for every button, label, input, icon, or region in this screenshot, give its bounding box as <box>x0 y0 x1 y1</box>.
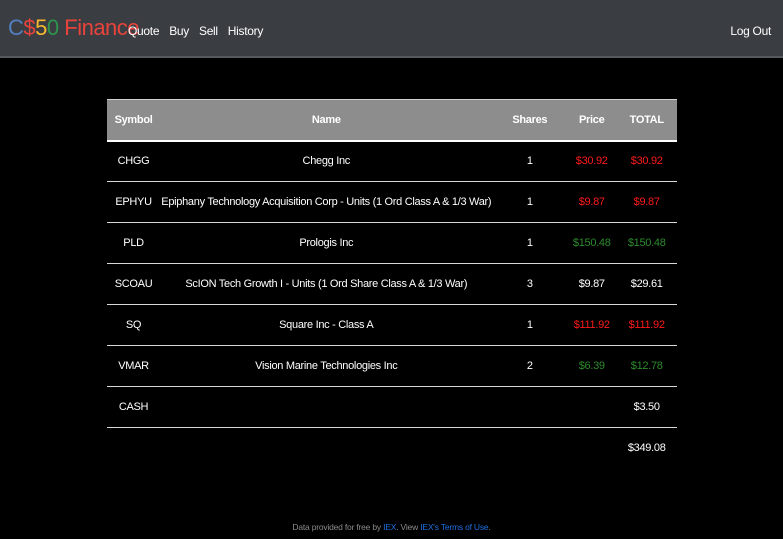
cell-symbol: EPHYU <box>107 181 161 223</box>
cell-symbol: PLD <box>107 222 161 264</box>
cell-name: Prologis Inc <box>160 222 493 264</box>
nav-links: Quote Buy Sell History <box>128 24 263 38</box>
table-row: SCOAU ScION Tech Growth I - Units (1 Ord … <box>107 263 677 305</box>
grand-total-value: $349.08 <box>627 442 666 454</box>
cell-price: $9.87 <box>567 263 617 305</box>
header-symbol: Symbol <box>107 99 161 142</box>
cell-shares: 1 <box>492 304 568 346</box>
cell-symbol: VMAR <box>107 345 161 387</box>
cash-total: $3.50 <box>616 386 677 428</box>
cell-price: $6.39 <box>567 345 617 387</box>
table-row: CHGG Chegg Inc 1 $30.92 $30.92 <box>107 140 677 182</box>
header-total: TOTAL <box>616 99 677 142</box>
cell-price: $30.92 <box>567 140 617 182</box>
brand-letter: C <box>8 15 24 40</box>
cell-symbol: CHGG <box>107 140 161 182</box>
brand-letter: 0 <box>46 15 59 40</box>
cell-total: $9.87 <box>616 181 677 223</box>
brand-letter: Finance <box>58 15 140 40</box>
cell-total: $150.48 <box>616 222 677 264</box>
nav-quote[interactable]: Quote <box>128 24 160 38</box>
cell-symbol: SCOAU <box>107 263 161 305</box>
cash-empty-cell <box>567 386 617 428</box>
cell-price: $111.92 <box>567 304 617 346</box>
header-name: Name <box>160 99 493 142</box>
table-row: EPHYU Epiphany Technology Acquisition Cor… <box>107 181 677 223</box>
table-row: SQ Square Inc - Class A 1 $111.92 $111.92 <box>107 304 677 346</box>
cell-name: ScION Tech Growth I - Units (1 Ord Share… <box>160 263 493 305</box>
cell-shares: 1 <box>492 181 568 223</box>
cell-shares: 1 <box>492 140 568 182</box>
grand-total-row: $349.08 <box>107 428 677 469</box>
brand-letter: 5 <box>35 15 47 40</box>
cash-row: CASH $3.50 <box>107 386 677 428</box>
header-shares: Shares <box>492 99 568 142</box>
cell-symbol: SQ <box>107 304 161 346</box>
cell-name: Vision Marine Technologies Inc <box>160 345 493 387</box>
cell-total: $29.61 <box>616 263 677 305</box>
cell-total: $111.92 <box>616 304 677 346</box>
nav-buy[interactable]: Buy <box>169 24 189 38</box>
cash-empty-cell <box>160 386 493 428</box>
table-row: VMAR Vision Marine Technologies Inc 2 $6.39… <box>107 345 677 387</box>
cash-empty-cell <box>492 386 568 428</box>
brand-letter: $ <box>23 15 36 40</box>
cell-total: $12.78 <box>616 345 677 387</box>
footer-middle: . View <box>396 522 421 532</box>
iex-terms-link[interactable]: IEX's Terms of Use <box>420 522 488 532</box>
brand-logo[interactable]: C$50 Finance <box>8 15 140 41</box>
cell-price: $9.87 <box>567 181 617 223</box>
footer-prefix: Data provided for free by <box>292 522 384 532</box>
cell-total: $30.92 <box>616 140 677 182</box>
nav-sell[interactable]: Sell <box>199 24 218 38</box>
iex-link[interactable]: IEX <box>383 522 396 532</box>
cell-shares: 1 <box>492 222 568 264</box>
cell-name: Chegg Inc <box>160 140 493 182</box>
portfolio-table: Symbol Name Shares Price TOTAL CHGG Chegg… <box>107 99 677 468</box>
footer: Data provided for free by IEX. View IEX'… <box>0 522 783 532</box>
table-row: PLD Prologis Inc 1 $150.48 $150.48 <box>107 222 677 264</box>
cell-shares: 3 <box>492 263 568 305</box>
cell-shares: 2 <box>492 345 568 387</box>
cell-name: Square Inc - Class A <box>160 304 493 346</box>
cell-price: $150.48 <box>567 222 617 264</box>
nav-history[interactable]: History <box>228 24 264 38</box>
navbar: C$50 Finance Quote Buy Sell History Log Out <box>0 0 783 58</box>
table-header-row: Symbol Name Shares Price TOTAL <box>107 99 677 142</box>
footer-suffix: . <box>488 522 491 532</box>
cash-symbol: CASH <box>107 386 161 428</box>
header-price: Price <box>567 99 617 142</box>
logout-link[interactable]: Log Out <box>730 24 771 38</box>
cell-name: Epiphany Technology Acquisition Corp - U… <box>160 181 493 223</box>
